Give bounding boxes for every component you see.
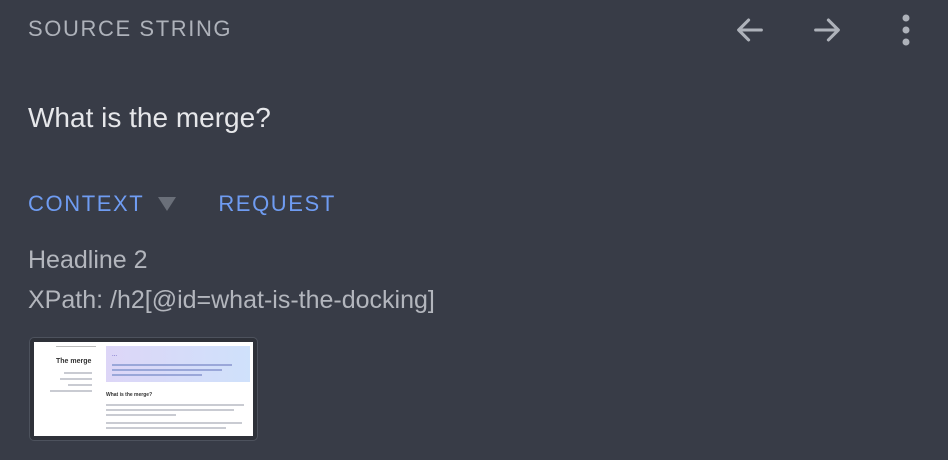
header-title: SOURCE STRING	[28, 16, 233, 41]
source-string-text: What is the merge?	[28, 102, 271, 133]
tab-request[interactable]: REQUEST	[218, 191, 336, 217]
next-button[interactable]	[805, 10, 849, 50]
screenshot-section-heading: What is the merge?	[106, 392, 153, 398]
tabs: CONTEXT REQUEST	[28, 191, 336, 217]
screenshot-banner: ...	[106, 346, 250, 382]
tab-context-label: CONTEXT	[28, 191, 145, 216]
context-tag: Headline 2	[28, 246, 148, 274]
tab-context[interactable]: CONTEXT	[28, 191, 177, 217]
caret-down-icon	[158, 197, 177, 211]
screenshot-banner-title: ...	[112, 352, 118, 358]
more-options-button[interactable]	[884, 10, 928, 50]
context-screenshot[interactable]: The merge ... What is the merge?	[29, 337, 258, 441]
arrow-right-icon	[814, 18, 840, 42]
screenshot-page: The merge ... What is the merge?	[34, 342, 253, 436]
arrow-left-icon	[737, 18, 763, 42]
previous-button[interactable]	[728, 10, 772, 50]
screenshot-sidebar-title: The merge	[56, 358, 92, 365]
more-vert-icon	[902, 14, 910, 46]
context-xpath: XPath: /h2[@id=what-is-the-docking]	[28, 286, 435, 314]
